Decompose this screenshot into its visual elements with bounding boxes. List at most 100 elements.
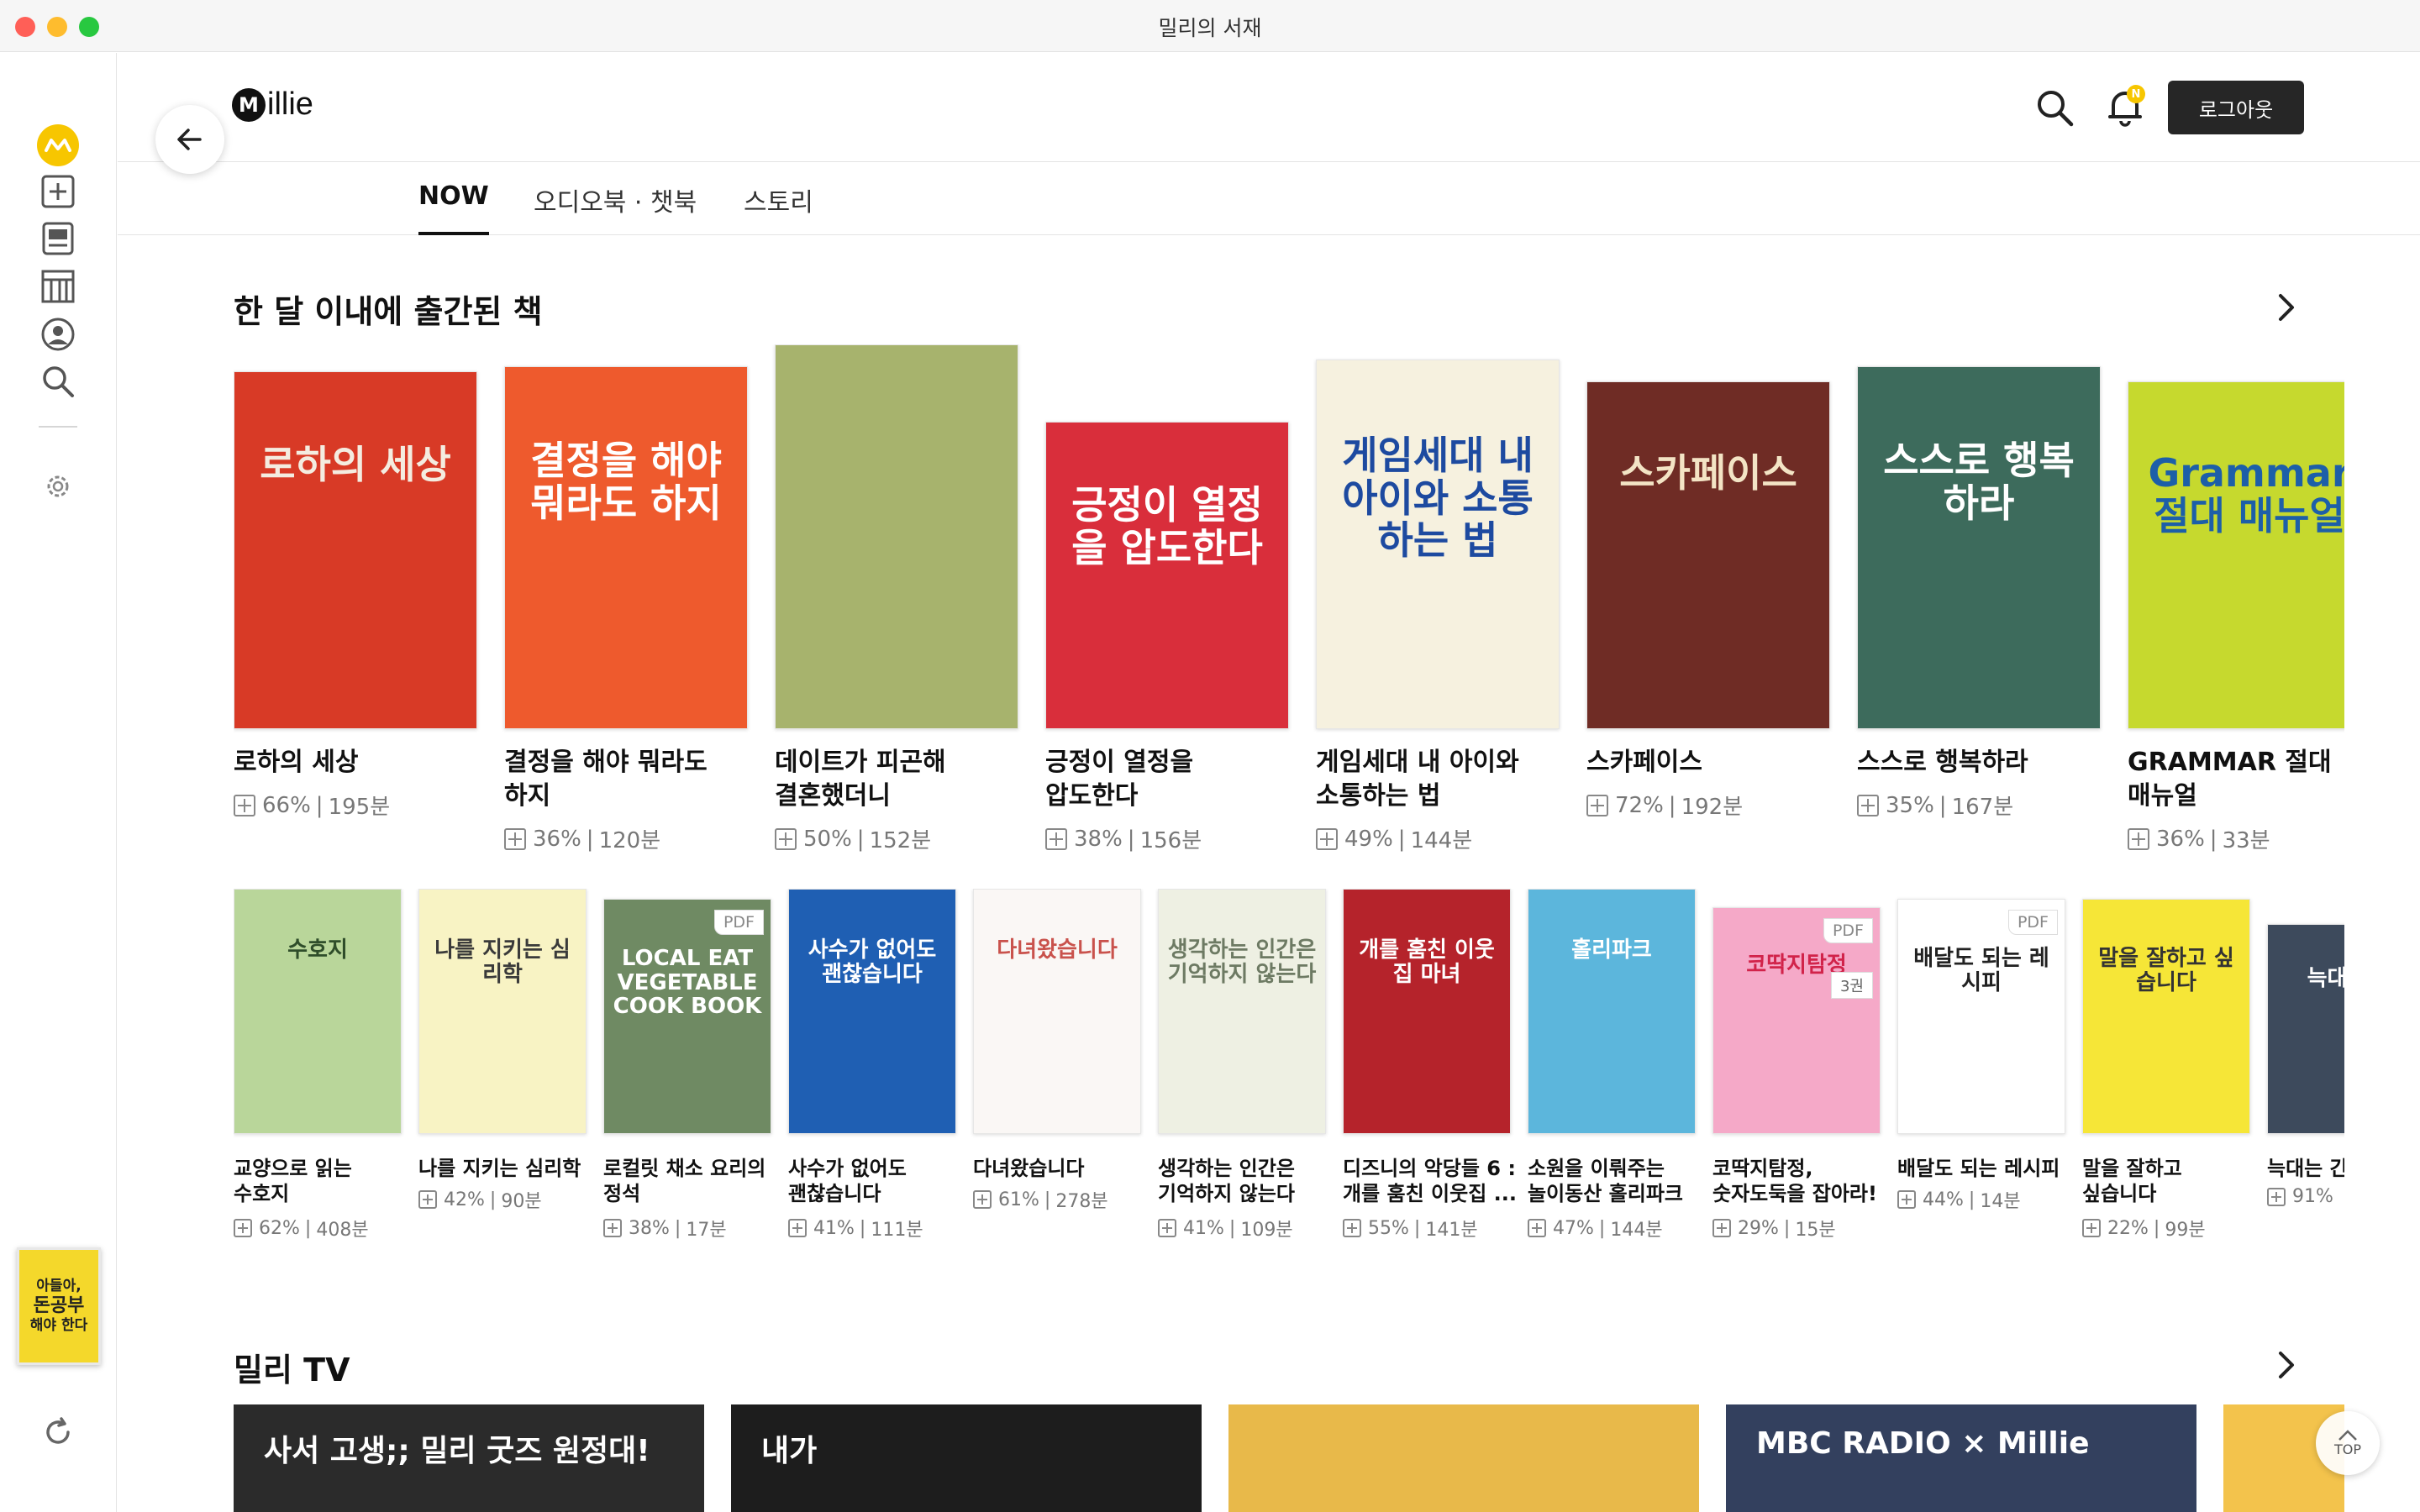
book-cover[interactable]: 로하의 세상 [234,371,477,729]
book-card[interactable]: 나를 지키는 심리학 나를 지키는 심리학 42% | 90분 [418,889,587,1242]
profile-icon[interactable] [37,313,79,355]
add-to-shelf-icon[interactable] [2082,1219,2101,1237]
book-cover[interactable]: 스카페이스 [1586,381,1830,729]
add-to-shelf-icon[interactable] [1316,827,1338,850]
scroll-top-button[interactable]: TOP [2316,1411,2380,1475]
book-title[interactable]: 로하의 세상 [234,746,477,780]
book-title[interactable]: 게임세대 내 아이와 소통하는 법 [1316,746,1560,813]
book-cover[interactable]: 게임세대 내 아이와 소통하는 법 [1316,360,1560,729]
book-cover[interactable]: 늑대는 간 [2267,924,2344,1134]
add-to-shelf-icon[interactable] [1897,1190,1916,1209]
tv-video-card[interactable] [1228,1404,1699,1512]
header-search-icon[interactable] [2033,87,2075,129]
logout-button[interactable]: 로그아웃 [2168,81,2304,134]
add-to-shelf-icon[interactable] [1528,1219,1546,1237]
book-cover[interactable]: 수호지 [234,889,402,1134]
add-to-shelf-icon[interactable] [1158,1219,1176,1237]
add-library-icon[interactable] [37,171,79,213]
add-to-shelf-icon[interactable] [1045,827,1067,850]
tab-audiobook-chatbook[interactable]: 오디오북 · 챗북 [534,181,697,235]
book-card[interactable]: LOCAL EAT VEGETABLE COOK BOOK PDF 로컬릿 채소 요… [603,889,771,1242]
book-card[interactable]: 긍정이 열정을 압도한다 긍정이 열정을 압도한다 38% | 156분 [1045,344,1289,865]
book-title[interactable]: 생각하는 인간은 기억하지 않는다 [1158,1156,1336,1206]
book-cover[interactable]: 홀리파크 [1528,889,1696,1134]
book-title[interactable]: 다녀왔습니다 [973,1156,1151,1181]
book-title[interactable]: 늑대는 간 않아 [2267,1156,2344,1181]
book-title[interactable]: 코딱지탐정, 숫자도둑을 잡아라! [1712,1156,1891,1206]
book-title[interactable]: 스카페이스 [1586,746,1830,780]
book-title[interactable]: 데이트가 피곤해 결혼했더니 [775,746,1018,813]
book-card[interactable]: 개를 훔친 이웃집 마녀 디즈니의 악당들 6 : 개를 훔친 이웃집 ... 55… [1343,889,1517,1242]
book-cover[interactable]: 스스로 행복하라 [1857,366,2101,729]
book-card[interactable]: 생각하는 인간은 기억하지 않는다 생각하는 인간은 기억하지 않는다 41% | … [1158,889,1326,1242]
book-cover[interactable]: 생각하는 인간은 기억하지 않는다 [1158,889,1326,1134]
book-card[interactable]: 늑대는 간늑대는 간 않아 91% [2267,889,2344,1242]
settings-icon[interactable] [37,465,79,507]
add-to-shelf-icon[interactable] [1586,794,1608,816]
book-title[interactable]: 사수가 없어도 괜찮습니다 [788,1156,966,1206]
add-to-shelf-icon[interactable] [603,1219,622,1237]
book-title[interactable]: 디즈니의 악당들 6 : 개를 훔친 이웃집 ... [1343,1156,1521,1206]
add-to-shelf-icon[interactable] [1343,1219,1361,1237]
book-cover[interactable]: 긍정이 열정을 압도한다 [1045,422,1289,729]
book-cover[interactable]: 코딱지탐정 PDF 3권 [1712,907,1881,1134]
millie-wordmark[interactable]: M illie [232,87,313,123]
add-to-shelf-icon[interactable] [1712,1219,1731,1237]
add-to-shelf-icon[interactable] [2267,1187,2286,1206]
book-card[interactable]: 사수가 없어도 괜찮습니다 사수가 없어도 괜찮습니다 41% | 111분 [788,889,956,1242]
book-cover[interactable]: 나를 지키는 심리학 [418,889,587,1134]
book-cover[interactable] [775,344,1018,729]
book-title[interactable]: 소원을 이뤄주는 놀이동산 홀리파크 [1528,1156,1706,1206]
add-to-shelf-icon[interactable] [504,827,526,850]
add-to-shelf-icon[interactable] [234,794,255,816]
book-title[interactable]: GRAMMAR 절대 매뉴얼 [2128,746,2344,813]
tv-video-card[interactable]: 내가 [731,1404,1202,1512]
section-more-arrow-icon[interactable] [2269,291,2302,324]
book-title[interactable]: 배달도 되는 레시피 [1897,1156,2075,1181]
book-cover[interactable]: Grammar 절대 매뉴얼 [2128,381,2344,729]
book-card[interactable]: 게임세대 내 아이와 소통하는 법 게임세대 내 아이와 소통하는 법 49% | … [1316,344,1560,865]
promo-book-cover[interactable]: 아들아, 돈공부 해야 한다 [17,1247,101,1365]
book-title[interactable]: 말을 잘하고 싶습니다 [2082,1156,2260,1206]
book-feed-icon[interactable] [37,218,79,260]
add-to-shelf-icon[interactable] [775,827,797,850]
book-cover[interactable]: 개를 훔친 이웃집 마녀 [1343,889,1511,1134]
book-card[interactable]: 다녀왔습니다 다녀왔습니다 61% | 278분 [973,889,1141,1242]
book-title[interactable]: 스스로 행복하라 [1857,746,2101,780]
book-card[interactable]: 배달도 되는 레시피 PDF 배달도 되는 레시피 44% | 14분 [1897,889,2065,1242]
add-to-shelf-icon[interactable] [1857,794,1879,816]
book-card[interactable]: 로하의 세상 로하의 세상 66% | 195분 [234,344,477,865]
book-card[interactable]: 데이트가 피곤해 결혼했더니 50% | 152분 [775,344,1018,865]
book-cover[interactable]: 말을 잘하고 싶습니다 [2082,899,2250,1134]
tv-video-card[interactable]: 사서 고생;; 밀리 굿즈 원정대! [234,1404,704,1512]
bookshelf-icon[interactable] [37,265,79,307]
tv-video-card[interactable]: MBC RADIO × Millie [1726,1404,2196,1512]
add-to-shelf-icon[interactable] [2128,827,2149,850]
add-to-shelf-icon[interactable] [418,1190,437,1209]
refresh-icon[interactable] [37,1411,79,1453]
book-title[interactable]: 결정을 해야 뭐라도 하지 [504,746,748,813]
book-card[interactable]: Grammar 절대 매뉴얼 GRAMMAR 절대 매뉴얼 36% | 33분 [2128,344,2344,865]
add-to-shelf-icon[interactable] [973,1190,992,1209]
tv-more-arrow-icon[interactable] [2269,1348,2302,1382]
book-cover[interactable]: 사수가 없어도 괜찮습니다 [788,889,956,1134]
book-cover[interactable]: LOCAL EAT VEGETABLE COOK BOOK PDF [603,899,771,1134]
tab-now[interactable]: NOW [418,181,489,235]
book-title[interactable]: 긍정이 열정을 압도한다 [1045,746,1289,813]
book-cover[interactable]: 다녀왔습니다 [973,889,1141,1134]
notification-bell-icon[interactable]: N [2103,85,2147,129]
book-card[interactable]: 스스로 행복하라 스스로 행복하라 35% | 167분 [1857,344,2101,865]
book-card[interactable]: 결정을 해야 뭐라도 하지 결정을 해야 뭐라도 하지 36% | 120분 [504,344,748,865]
book-card[interactable]: 홀리파크 소원을 이뤄주는 놀이동산 홀리파크 47% | 144분 [1528,889,1696,1242]
book-card[interactable]: 수호지 교양으로 읽는 수호지 62% | 408분 [234,889,402,1242]
book-cover[interactable]: 결정을 해야 뭐라도 하지 [504,366,748,729]
tab-story[interactable]: 스토리 [744,181,813,235]
book-cover[interactable]: 배달도 되는 레시피 PDF [1897,899,2065,1134]
book-title[interactable]: 나를 지키는 심리학 [418,1156,597,1181]
book-card[interactable]: 말을 잘하고 싶습니다 말을 잘하고 싶습니다 22% | 99분 [2082,889,2250,1242]
add-to-shelf-icon[interactable] [234,1219,252,1237]
back-button[interactable] [155,105,224,174]
book-card[interactable]: 코딱지탐정 PDF 3권 코딱지탐정, 숫자도둑을 잡아라! 29% | 15분 [1712,889,1881,1242]
search-icon[interactable] [37,360,79,402]
book-card[interactable]: 스카페이스 스카페이스 72% | 192분 [1586,344,1830,865]
